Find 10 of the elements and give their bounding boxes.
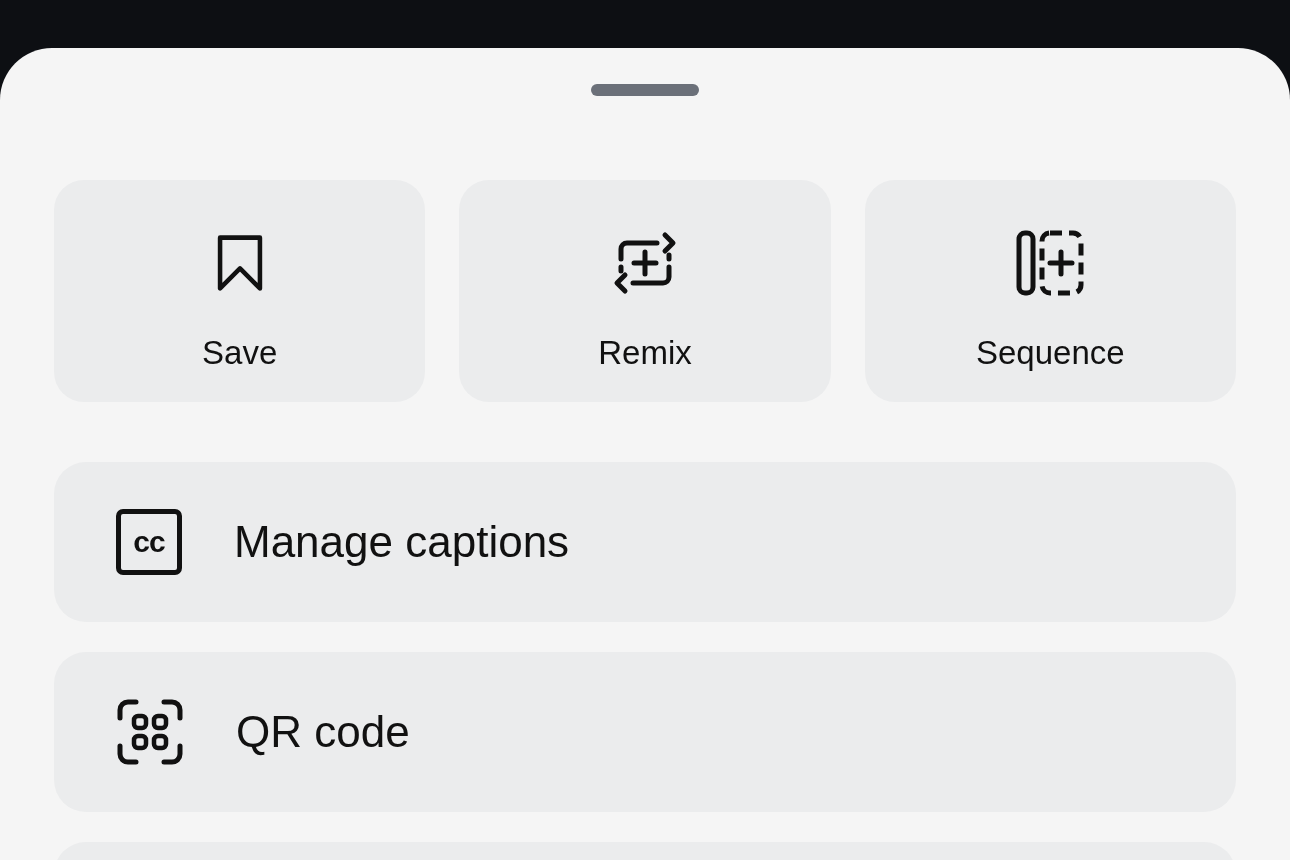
sequence-icon [1016, 230, 1085, 296]
remix-icon [613, 230, 677, 296]
drag-handle[interactable] [591, 84, 699, 96]
action-button[interactable]: Remix [459, 180, 831, 402]
action-button[interactable]: Save [54, 180, 426, 402]
captions-icon: cc [116, 509, 182, 575]
menu-item[interactable]: QR code [54, 652, 1236, 812]
qr-scan-icon [116, 698, 184, 766]
menu-item[interactable]: cc Manage captions [54, 462, 1236, 622]
action-button[interactable]: Sequence [864, 180, 1236, 402]
